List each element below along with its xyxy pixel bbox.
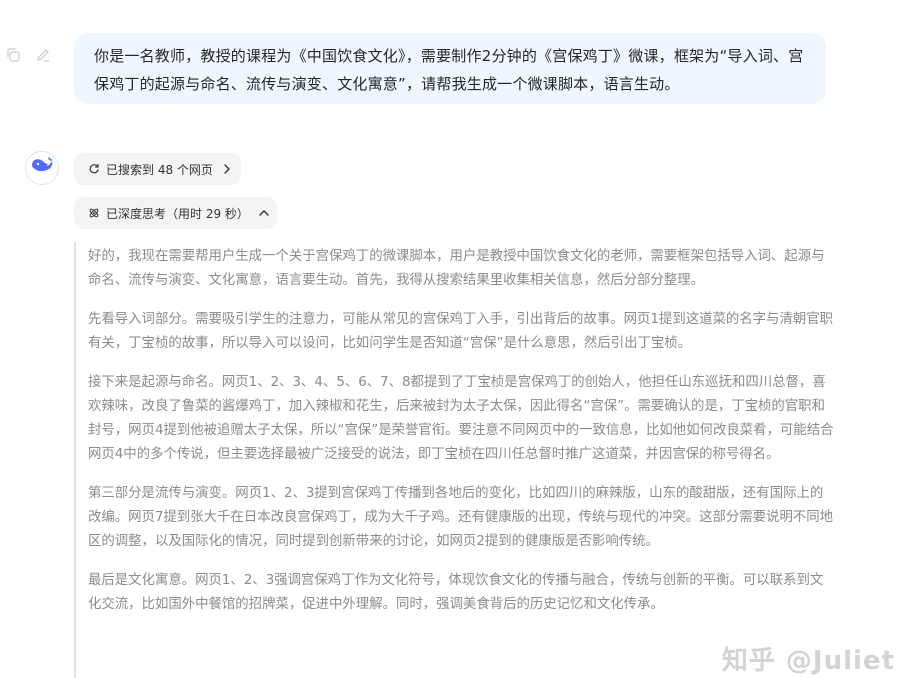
thinking-paragraph: 最后是文化寓意。网页1、2、3强调宫保鸡丁作为文化符号，体现饮食文化的传播与融合…: [88, 573, 824, 612]
thinking-paragraph: 第三部分是流传与演变。网页1、2、3提到宫保鸡丁传播到各地后的变化，比如四川的麻…: [88, 486, 833, 549]
deep-think-chip-label: 已深度思考（用时 29 秒）: [106, 206, 249, 221]
thinking-paragraph: 好的，我现在需要帮用户生成一个关于宫保鸡丁的微课脚本，用户是教授中国饮食文化的老…: [88, 249, 825, 288]
whale-logo-icon: [30, 156, 54, 180]
message-actions: [4, 46, 52, 64]
user-message-bubble: 你是一名教师，教授的课程为《中国饮食文化》，需要制作2分钟的《宫保鸡丁》微课，框…: [74, 33, 826, 104]
atom-icon: [88, 207, 100, 220]
thinking-paragraph: 接下来是起源与命名。网页1、2、3、4、5、6、7、8都提到了丁宝桢是宫保鸡丁的…: [88, 375, 834, 462]
thinking-paragraph: 先看导入词部分。需要吸引学生的注意力，可能从常见的宫保鸡丁入手，引出背后的故事。…: [88, 312, 833, 351]
deep-think-chip[interactable]: 已深度思考（用时 29 秒）: [74, 197, 277, 229]
search-results-chip[interactable]: 已搜索到 48 个网页: [74, 153, 241, 185]
chevron-up-icon: [259, 208, 269, 218]
search-refresh-icon: [88, 163, 100, 176]
assistant-avatar: [25, 151, 59, 185]
watermark: 知乎 @Juliet: [721, 646, 895, 676]
search-chip-label: 已搜索到 48 个网页: [106, 162, 213, 177]
chevron-right-icon: [223, 164, 231, 174]
copy-icon[interactable]: [4, 46, 22, 64]
chat-page: 你是一名教师，教授的课程为《中国饮食文化》，需要制作2分钟的《宫保鸡丁》微课，框…: [0, 0, 913, 678]
thinking-content: 好的，我现在需要帮用户生成一个关于宫保鸡丁的微课脚本，用户是教授中国饮食文化的老…: [74, 242, 834, 678]
edit-icon[interactable]: [34, 46, 52, 64]
user-message-text: 你是一名教师，教授的课程为《中国饮食文化》，需要制作2分钟的《宫保鸡丁》微课，框…: [94, 47, 804, 93]
